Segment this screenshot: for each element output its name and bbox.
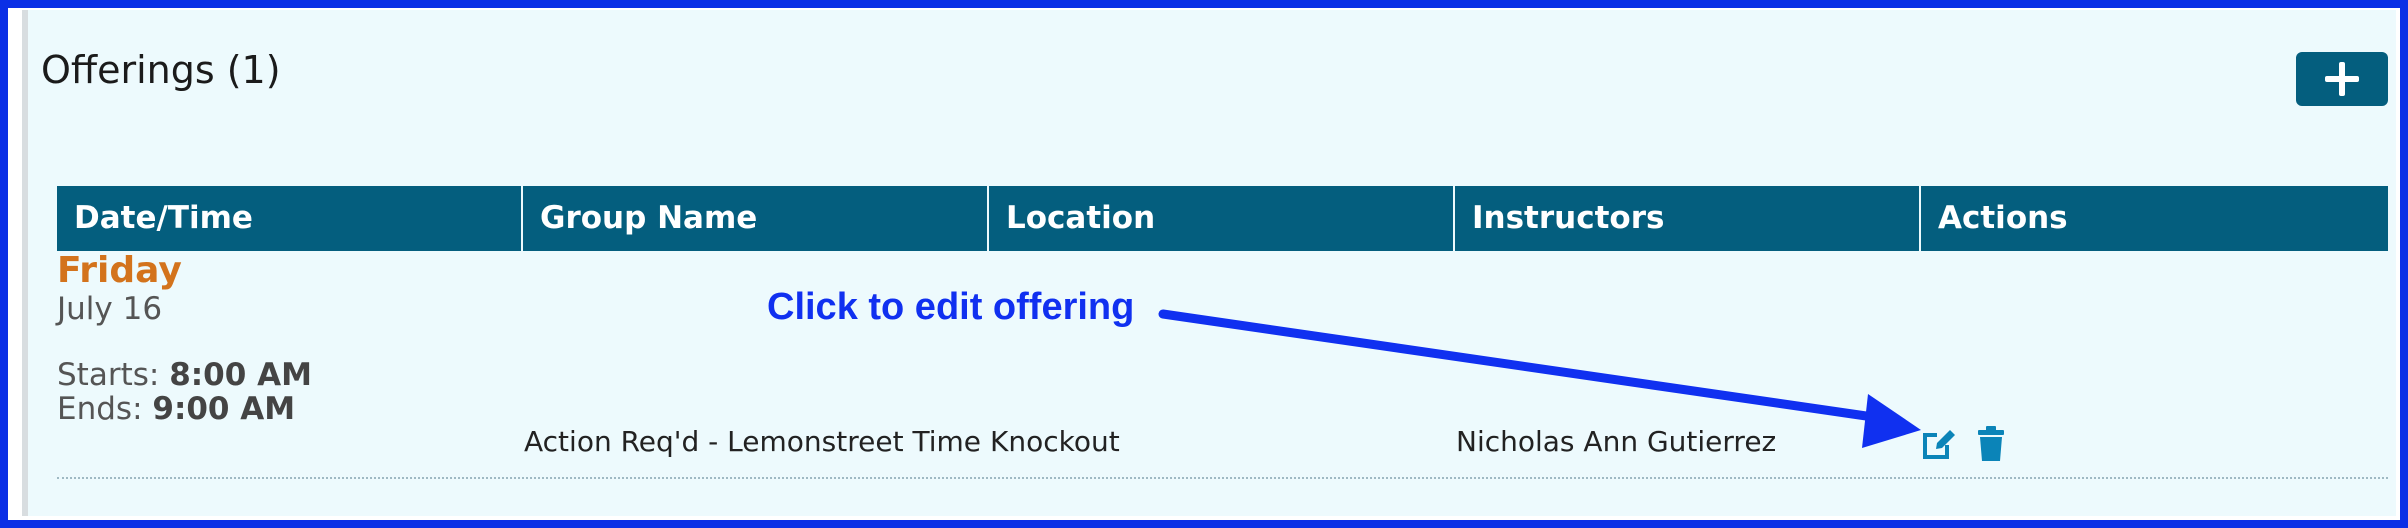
- annotation-arrow: [1158, 309, 1921, 448]
